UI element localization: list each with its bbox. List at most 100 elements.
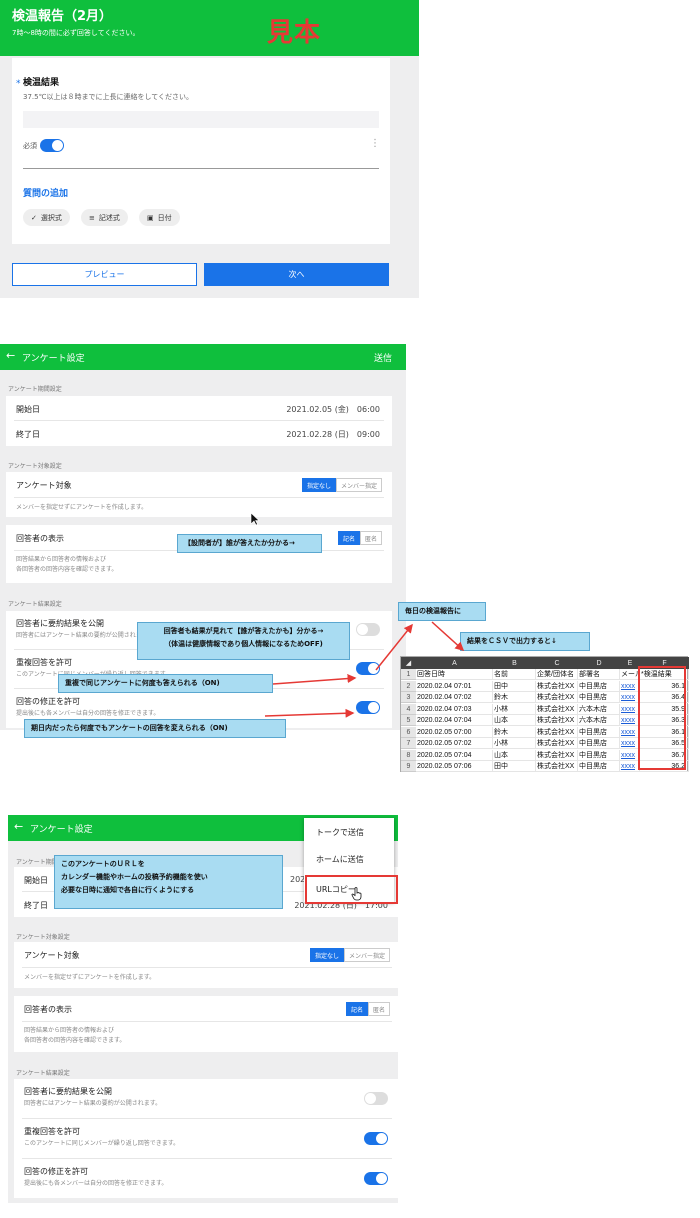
start-label: 開始日 (24, 876, 48, 885)
row-number: 2 (401, 680, 416, 692)
row-number: 9 (401, 761, 416, 772)
header-cell[interactable]: 企業/団体名 (536, 669, 578, 680)
table-cell[interactable]: 山本 (493, 715, 536, 726)
table-cell[interactable]: 小林 (493, 738, 536, 749)
table-cell[interactable]: 2020.02.05 07:04 (416, 749, 493, 761)
target-option-none[interactable]: 指定なし (309, 948, 344, 962)
edit-label: 回答の修正を許可 (24, 1167, 88, 1176)
table-cell[interactable]: 2020.02.04 07:01 (416, 680, 493, 692)
display-option-named[interactable]: 記名 (345, 1002, 368, 1016)
corner-cell: ◢ (401, 657, 416, 669)
divider (22, 1021, 392, 1022)
table-cell[interactable]: 2020.02.04 07:03 (416, 703, 493, 715)
edit-row: 回答の修正を許可 提出後にも各メンバーは自分の回答を修正できます。 (22, 1159, 392, 1198)
table-cell[interactable]: 田中 (493, 680, 536, 692)
row-number: 1 (401, 669, 416, 680)
arrow-to-duplicate-toggle (272, 674, 357, 685)
result-section-label: アンケート結果設定 (16, 1070, 70, 1077)
table-cell[interactable]: 鈴木 (493, 726, 536, 738)
hand-cursor-icon (351, 887, 362, 901)
target-option-members[interactable]: メンバー指定 (343, 948, 390, 962)
divider (22, 967, 392, 968)
header-cell[interactable]: 回答日時 (416, 669, 493, 680)
table-cell[interactable]: 六本木店 (578, 703, 620, 715)
table-cell[interactable]: 中目黒店 (578, 692, 620, 703)
display-segmented-control[interactable]: 記名 匿名 (345, 1002, 390, 1016)
display-label: 回答者の表示 (24, 1005, 72, 1014)
row-number: 7 (401, 738, 416, 749)
header-cell[interactable]: メール (620, 669, 640, 680)
display-option-anonymous[interactable]: 匿名 (367, 1002, 390, 1016)
table-cell[interactable]: 株式会社XX (536, 692, 578, 703)
target-panel: アンケート対象 指定なし メンバー指定 メンバーを指定せずにアンケートを作成しま… (14, 942, 398, 988)
menu-item-talk[interactable]: トークで送信 (316, 827, 364, 838)
table-cell[interactable]: xxxx (620, 726, 640, 738)
table-cell[interactable]: 株式会社XX (536, 680, 578, 692)
display-note-1: 回答結果から回答者の情報および (24, 1027, 115, 1034)
table-cell[interactable]: 田中 (493, 761, 536, 772)
table-cell[interactable]: 2020.02.05 07:00 (416, 726, 493, 738)
column-header: E (620, 657, 640, 669)
result-panel: 回答者に要約結果を公開 回答者にはアンケート結果の要約が公開されます。 重複回答… (14, 1079, 398, 1198)
table-cell[interactable]: 株式会社XX (536, 761, 578, 772)
column-header: D (578, 657, 620, 669)
table-cell[interactable]: 中目黒店 (578, 749, 620, 761)
table-cell[interactable]: 中目黒店 (578, 726, 620, 738)
duplicate-label: 重複回答を許可 (24, 1127, 80, 1136)
row-number: 5 (401, 715, 416, 726)
duplicate-toggle[interactable] (364, 1132, 388, 1145)
result-column-highlight (638, 666, 686, 770)
row-number: 3 (401, 692, 416, 703)
menu-item-home[interactable]: ホームに送信 (316, 854, 364, 865)
table-cell[interactable]: 鈴木 (493, 692, 536, 703)
table-cell[interactable]: 株式会社XX (536, 738, 578, 749)
target-segmented-control[interactable]: 指定なし メンバー指定 (309, 948, 390, 962)
table-cell[interactable]: 2020.02.05 07:02 (416, 738, 493, 749)
table-cell[interactable]: xxxx (620, 761, 640, 772)
display-panel: 回答者の表示 記名 匿名 回答結果から回答者の情報および 各回答者の回答内容を確… (14, 996, 398, 1052)
header-cell[interactable]: 名前 (493, 669, 536, 680)
edit-note: 提出後にも各メンバーは自分の回答を修正できます。 (24, 1180, 168, 1187)
table-cell[interactable]: 六本木店 (578, 715, 620, 726)
table-cell[interactable]: xxxx (620, 680, 640, 692)
row-number: 6 (401, 726, 416, 738)
column-header: C (536, 657, 578, 669)
callout-line: このアンケートのＵＲＬを (61, 860, 145, 868)
table-cell[interactable]: xxxx (620, 715, 640, 726)
table-cell[interactable]: 中目黒店 (578, 761, 620, 772)
publish-toggle[interactable] (364, 1092, 388, 1105)
callout-line: カレンダー機能やホームの投稿予約機能を使い (61, 873, 208, 881)
table-cell[interactable]: 2020.02.05 07:06 (416, 761, 493, 772)
table-cell[interactable]: 株式会社XX (536, 715, 578, 726)
publish-note: 回答者にはアンケート結果の要約が公開されます。 (24, 1100, 162, 1107)
duplicate-note: このアンケートに同じメンバーが繰り返し回答できます。 (24, 1140, 180, 1147)
table-cell[interactable]: 中目黒店 (578, 680, 620, 692)
table-cell[interactable]: xxxx (620, 692, 640, 703)
table-cell[interactable]: 株式会社XX (536, 703, 578, 715)
column-header: B (493, 657, 536, 669)
table-cell[interactable]: 小林 (493, 703, 536, 715)
row-number: 4 (401, 703, 416, 715)
row-number: 8 (401, 749, 416, 761)
edit-toggle[interactable] (364, 1172, 388, 1185)
publish-label: 回答者に要約結果を公開 (24, 1087, 112, 1096)
arrow-to-csv (431, 621, 465, 652)
header-cell[interactable]: 部署名 (578, 669, 620, 680)
back-arrow-icon[interactable]: ← (14, 820, 23, 833)
callout-url: このアンケートのＵＲＬを カレンダー機能やホームの投稿予約機能を使い 必要な日時… (54, 855, 283, 909)
settings-title: アンケート設定 (30, 825, 93, 835)
table-cell[interactable]: xxxx (620, 738, 640, 749)
display-note-2: 各回答者の回答内容を確認できます。 (24, 1037, 126, 1044)
publish-row: 回答者に要約結果を公開 回答者にはアンケート結果の要約が公開されます。 (22, 1079, 392, 1119)
table-cell[interactable]: xxxx (620, 749, 640, 761)
table-cell[interactable]: 2020.02.04 07:04 (416, 715, 493, 726)
table-cell[interactable]: 山本 (493, 749, 536, 761)
table-cell[interactable]: 株式会社XX (536, 726, 578, 738)
table-cell[interactable]: 中目黒店 (578, 738, 620, 749)
table-cell[interactable]: 株式会社XX (536, 749, 578, 761)
target-note: メンバーを指定せずにアンケートを作成します。 (24, 974, 156, 981)
table-cell[interactable]: xxxx (620, 703, 640, 715)
arrow-to-edit-toggle (264, 708, 355, 718)
table-cell[interactable]: 2020.02.04 07:02 (416, 692, 493, 703)
target-section-label: アンケート対象設定 (16, 934, 70, 941)
